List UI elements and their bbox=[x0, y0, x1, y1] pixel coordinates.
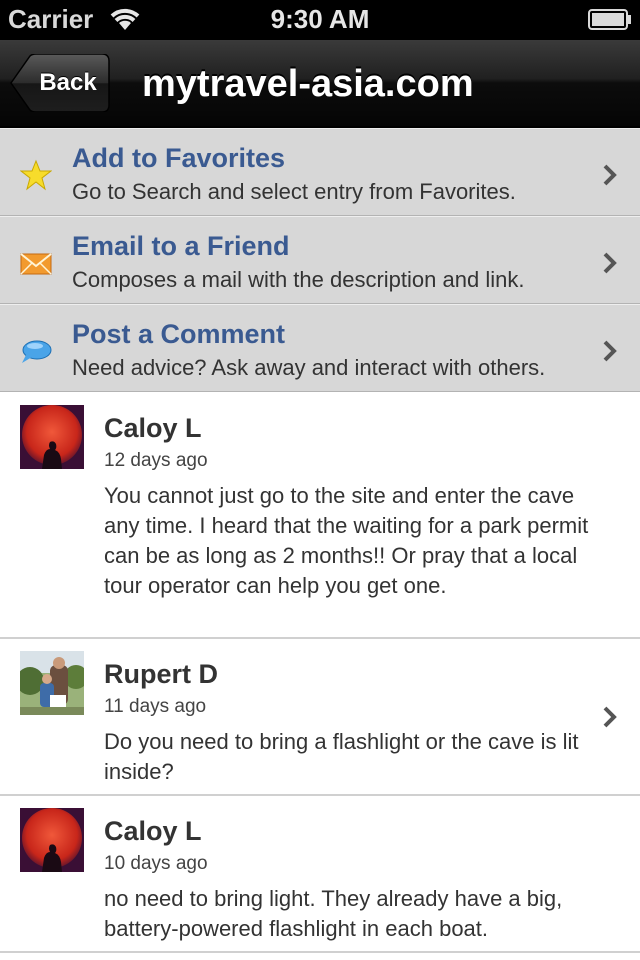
chevron-right-icon bbox=[603, 164, 617, 186]
comment-body: You cannot just go to the site and enter… bbox=[104, 483, 589, 598]
post-comment-row[interactable]: Post a Comment Need advice? Ask away and… bbox=[0, 304, 640, 392]
chevron-right-icon bbox=[603, 706, 617, 728]
comment-author: Caloy L bbox=[104, 413, 202, 443]
comment-item: Caloy L 12 days ago You cannot just go t… bbox=[0, 393, 640, 639]
comment-item[interactable]: Rupert D 11 days ago Do you need to brin… bbox=[0, 639, 640, 796]
envelope-icon bbox=[20, 253, 52, 275]
back-button[interactable]: Back bbox=[10, 54, 110, 112]
chevron-right-icon bbox=[603, 252, 617, 274]
comment-timestamp: 10 days ago bbox=[104, 853, 208, 874]
comment-list: Caloy L 12 days ago You cannot just go t… bbox=[0, 393, 640, 953]
action-title: Email to a Friend bbox=[72, 231, 290, 261]
navigation-bar: Back mytravel-asia.com bbox=[0, 40, 640, 128]
clock: 9:30 AM bbox=[270, 4, 370, 34]
action-subtitle: Go to Search and select entry from Favor… bbox=[72, 179, 516, 204]
email-to-friend-row[interactable]: Email to a Friend Composes a mail with t… bbox=[0, 216, 640, 304]
action-title: Post a Comment bbox=[72, 319, 286, 349]
battery-icon bbox=[588, 9, 631, 30]
avatar bbox=[20, 651, 84, 715]
comment-timestamp: 12 days ago bbox=[104, 450, 208, 471]
page-title: mytravel-asia.com bbox=[142, 63, 474, 105]
comment-body: no need to bring light. They already hav… bbox=[104, 886, 563, 941]
add-to-favorites-row[interactable]: Add to Favorites Go to Search and select… bbox=[0, 128, 640, 216]
back-label: Back bbox=[39, 69, 97, 96]
star-icon bbox=[20, 159, 52, 191]
action-list: Add to Favorites Go to Search and select… bbox=[0, 128, 640, 392]
comment-author: Rupert D bbox=[104, 659, 218, 689]
action-subtitle: Composes a mail with the description and… bbox=[72, 267, 525, 292]
status-bar: Carrier 9:30 AM bbox=[0, 0, 640, 40]
avatar bbox=[20, 808, 84, 872]
comment-timestamp: 11 days ago bbox=[104, 696, 207, 717]
action-title: Add to Favorites bbox=[72, 143, 286, 173]
comment-body: Do you need to bring a flashlight or the… bbox=[104, 729, 579, 784]
avatar bbox=[20, 405, 84, 469]
comment-author: Caloy L bbox=[104, 816, 202, 846]
action-subtitle: Need advice? Ask away and interact with … bbox=[72, 355, 546, 380]
comment-item: Caloy L 10 days ago no need to bring lig… bbox=[0, 796, 640, 953]
chevron-right-icon bbox=[603, 340, 617, 362]
speech-bubble-icon bbox=[22, 340, 52, 363]
